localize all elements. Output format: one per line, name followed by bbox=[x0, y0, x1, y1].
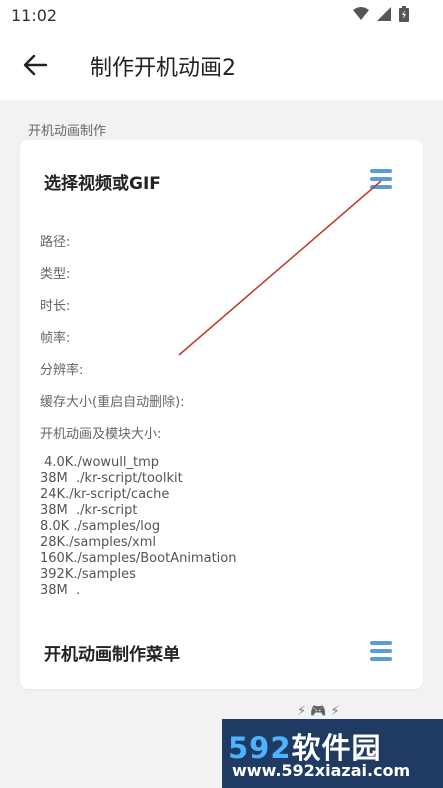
watermark-text: 软件园 bbox=[291, 731, 382, 765]
gamepad-icon: ⚡ 🎮 ⚡ bbox=[297, 704, 340, 719]
watermark-number: 592 bbox=[228, 731, 292, 765]
watermark-logo: 592软件园 www.592xiazai.com bbox=[222, 719, 443, 788]
annotation-arrow bbox=[178, 180, 382, 356]
watermark-url: www.592xiazai.com bbox=[232, 761, 411, 780]
